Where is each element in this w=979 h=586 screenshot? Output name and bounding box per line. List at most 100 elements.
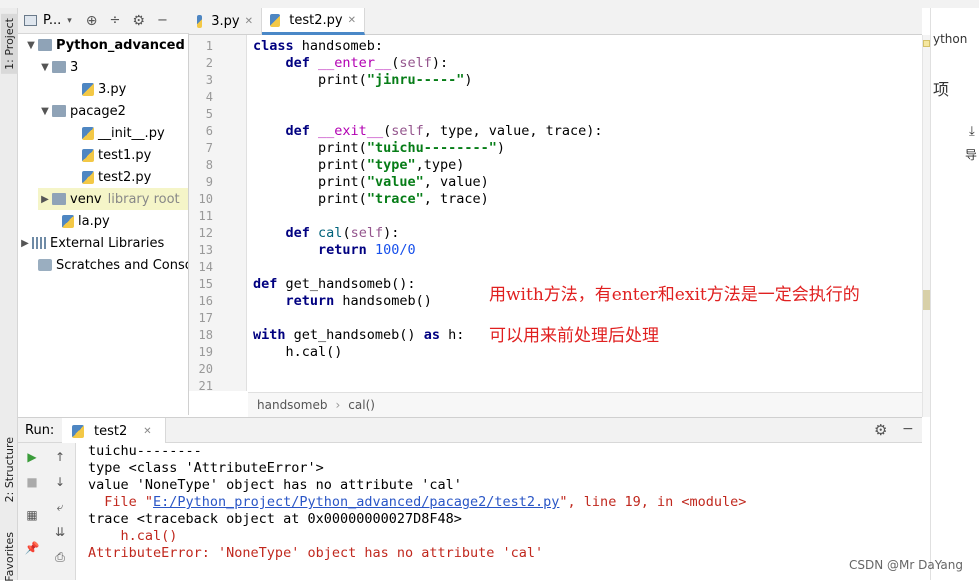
line-number: 6 — [205, 124, 213, 138]
hide-icon[interactable]: − — [157, 13, 168, 28]
breadcrumb-class[interactable]: handsomeb — [257, 398, 327, 412]
chevron-down-icon[interactable]: ▼ — [38, 62, 52, 73]
dropdown-arrow-icon[interactable]: ▾ — [67, 16, 72, 26]
close-icon[interactable]: ✕ — [245, 16, 253, 27]
collapse-icon[interactable]: ÷ — [109, 13, 120, 28]
package-icon — [52, 105, 66, 117]
tree-item-3[interactable]: ▼ 3 — [38, 56, 78, 78]
chevron-down-icon[interactable]: ▼ — [38, 106, 52, 117]
warning-marker[interactable] — [923, 40, 930, 47]
tree-item-scratches[interactable]: Scratches and Conso — [38, 254, 188, 276]
code-line-15: def get_handsomeb(): — [253, 276, 416, 292]
python-file-icon — [197, 15, 203, 28]
code-line-18: with get_handsomeb() as h: — [253, 327, 465, 343]
line-number-gutter: 1 2 3 4 5 6 7 8 9 10 11 12 13 14 15 16 17 18 19 20 21 — [189, 35, 247, 393]
line-number: 14 — [198, 260, 213, 274]
layout-icon[interactable]: ▦ — [24, 507, 40, 523]
tree-item-3py[interactable]: 3.py — [82, 78, 126, 100]
code-editor[interactable]: class handsomeb: def __enter__(self): pr… — [248, 35, 922, 391]
locate-icon[interactable]: ⊕ — [86, 13, 98, 29]
line-number: 8 — [205, 158, 213, 172]
pin-icon[interactable]: 📌 — [24, 540, 40, 556]
line-number: 21 — [198, 379, 213, 393]
tree-item-la[interactable]: la.py — [62, 210, 110, 232]
code-line-12: def cal(self): — [285, 225, 400, 241]
run-panel-header: Run: test2 ✕ ⚙ − — [18, 417, 922, 444]
breadcrumb: handsomeb › cal() — [248, 392, 922, 417]
line-number: 20 — [198, 362, 213, 376]
chevron-down-icon[interactable]: ▼ — [24, 40, 38, 51]
traceback-file-link[interactable]: E:/Python_project/Python_advanced/pacage… — [153, 494, 559, 510]
code-line-19: h.cal() — [285, 344, 343, 360]
code-line-16: return handsomeb() — [285, 293, 432, 309]
tree-item-external-libraries[interactable]: ▶ External Libraries — [18, 232, 164, 254]
line-number: 12 — [198, 226, 213, 240]
breadcrumb-method[interactable]: cal() — [348, 398, 375, 412]
tab-3py[interactable]: 3.py ✕ — [189, 8, 262, 35]
line-number: 5 — [205, 107, 213, 121]
soft-wrap-icon[interactable]: ⤶ — [52, 499, 68, 515]
tool-tab-favorites[interactable]: Favorites — [1, 528, 18, 586]
run-console[interactable]: tuichu-------- type <class 'AttributeErr… — [77, 443, 922, 580]
tree-item-init[interactable]: __init__.py — [82, 122, 165, 144]
folder-icon — [52, 193, 66, 205]
tree-item-venv[interactable]: ▶ venv library root — [38, 188, 188, 210]
close-icon[interactable]: ✕ — [348, 15, 356, 26]
editor-scrollbar[interactable] — [922, 35, 930, 417]
python-file-icon — [82, 82, 94, 96]
tool-tab-project[interactable]: 1: Project — [1, 14, 18, 74]
project-panel-header: P... ▾ ⊕ ÷ ⚙ − — [18, 8, 189, 34]
bg-text-3: 导 — [965, 148, 978, 162]
annotation-line-2: 可以用来前处理后处理 — [489, 326, 659, 346]
line-number: 10 — [198, 192, 213, 206]
rerun-icon[interactable]: ▶ — [24, 449, 40, 465]
line-number: 11 — [198, 209, 213, 223]
tab-test2py[interactable]: test2.py ✕ — [262, 8, 365, 35]
background-window: ython 项 ⤓ 导 — [930, 8, 979, 580]
code-line-3: print("jinru-----") — [318, 72, 473, 88]
chevron-right-icon[interactable]: ▶ — [38, 194, 52, 205]
code-line-8: print("type",type) — [318, 157, 465, 173]
python-file-icon — [82, 148, 94, 162]
line-number: 18 — [198, 328, 213, 342]
tree-item-pacage2[interactable]: ▼ pacage2 — [38, 100, 126, 122]
up-arrow-icon[interactable]: ↑ — [52, 449, 68, 465]
print-icon[interactable]: ⎙ — [52, 549, 68, 565]
down-arrow-icon[interactable]: ↓ — [52, 474, 68, 490]
python-file-icon — [82, 126, 94, 140]
scroll-end-icon[interactable]: ⇊ — [52, 524, 68, 540]
run-tab-test2[interactable]: test2 ✕ — [62, 418, 166, 444]
left-tool-strip: 1: Project 2: Structure Favorites — [0, 8, 18, 582]
tree-item-python-advanced[interactable]: ▼ Python_advanced E — [24, 34, 188, 56]
run-toolbar: ▶ ↑ ■ ↓ ⤶ ▦ ⇊ 📌 ⎙ — [18, 443, 76, 580]
scroll-thumb[interactable] — [923, 290, 930, 310]
close-icon[interactable]: ✕ — [143, 426, 151, 437]
python-file-icon — [82, 170, 94, 184]
editor-tabs: 3.py ✕ test2.py ✕ — [189, 8, 922, 35]
settings-icon[interactable]: ⚙ — [132, 13, 145, 29]
tree-item-test1[interactable]: test1.py — [82, 144, 151, 166]
project-view-title[interactable]: P... — [43, 13, 61, 28]
run-hide-icon[interactable]: − — [902, 421, 914, 437]
python-file-icon — [72, 424, 84, 438]
tool-tab-structure[interactable]: 2: Structure — [1, 433, 18, 506]
scratch-icon — [38, 259, 52, 271]
watermark: CSDN @Mr DaYang — [849, 558, 963, 572]
console-line-4: File "E:/Python_project/Python_advanced/… — [88, 494, 747, 510]
console-line-1: tuichu-------- — [88, 443, 202, 459]
chevron-right-icon[interactable]: ▶ — [18, 238, 32, 249]
line-number: 19 — [198, 345, 213, 359]
console-line-3: value 'NoneType' object has no attribute… — [88, 477, 462, 493]
code-line-2: def __enter__(self): — [285, 55, 449, 71]
tree-item-test2[interactable]: test2.py — [82, 166, 151, 188]
folder-icon — [38, 39, 52, 51]
run-settings-icon[interactable]: ⚙ — [874, 421, 887, 439]
code-line-9: print("value", value) — [318, 174, 489, 190]
line-number: 9 — [205, 175, 213, 189]
line-number: 3 — [205, 73, 213, 87]
line-number: 13 — [198, 243, 213, 257]
code-line-6: def __exit__(self, type, value, trace): — [285, 123, 603, 139]
stop-icon[interactable]: ■ — [24, 474, 40, 490]
project-tree: ▼ Python_advanced E ▼ 3 3.py ▼ pacage2 _… — [18, 34, 189, 415]
console-line-6: h.cal() — [88, 528, 178, 544]
